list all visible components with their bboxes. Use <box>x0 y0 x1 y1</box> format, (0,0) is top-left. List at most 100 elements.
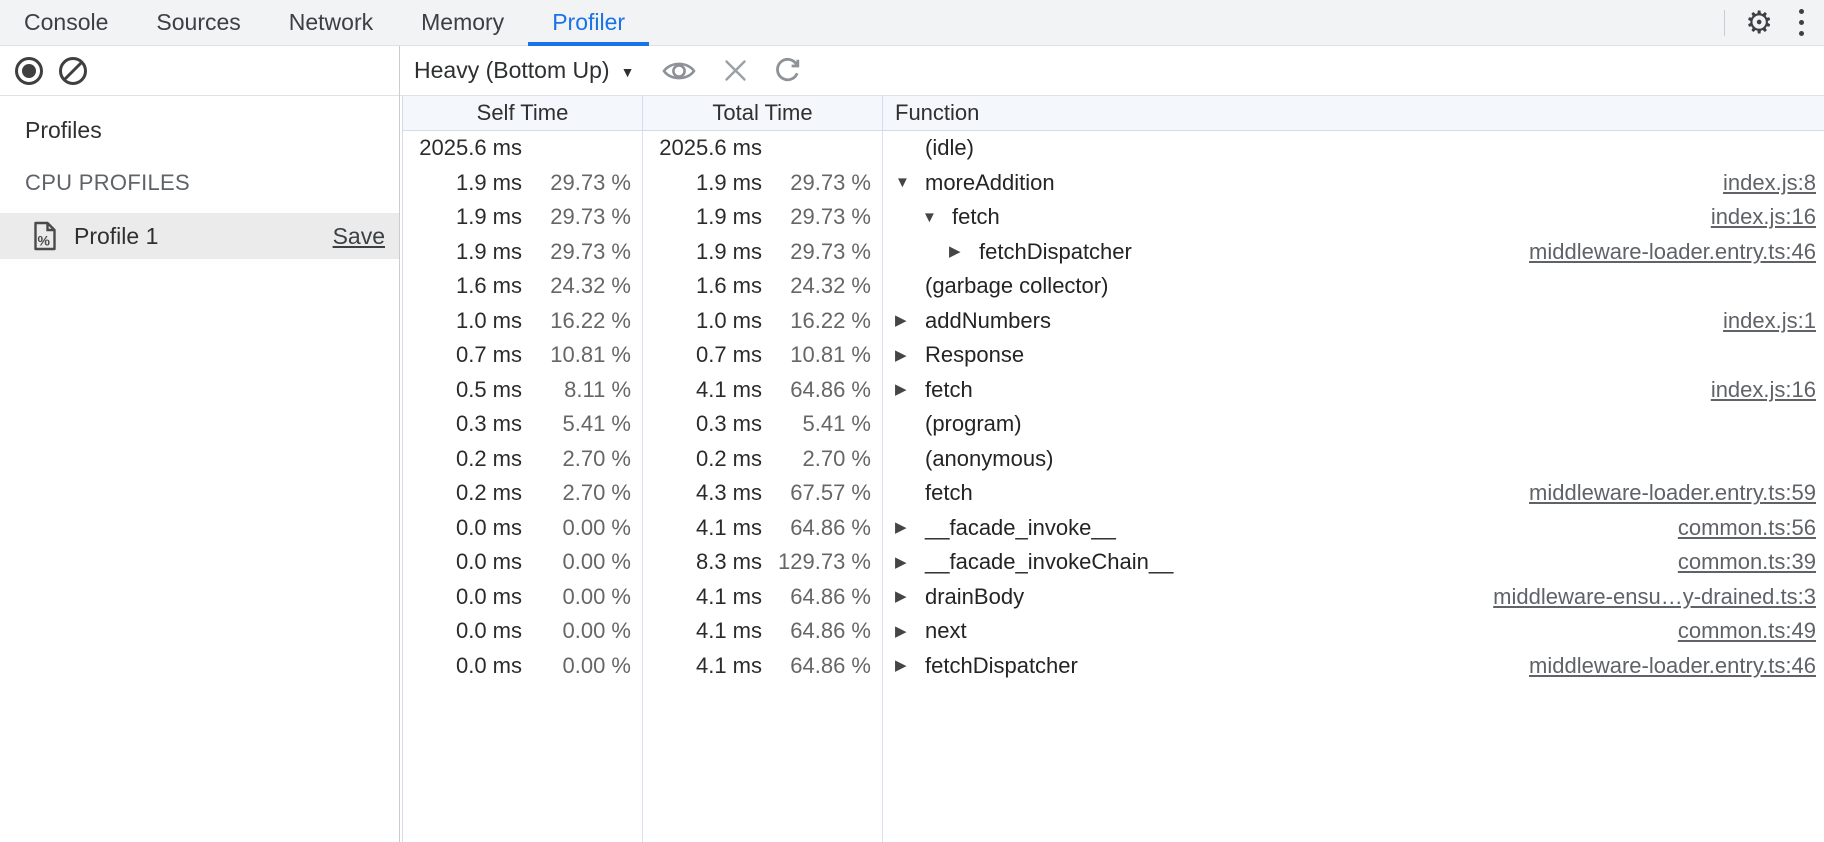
source-location-link[interactable]: index.js:1 <box>1723 308 1816 334</box>
self-time-cell: 0.2 ms 2.70 % <box>403 442 643 477</box>
total-time-percent: 64.86 % <box>762 377 882 403</box>
total-time-percent: 29.73 % <box>762 239 882 265</box>
total-time-ms: 0.2 ms <box>643 446 762 472</box>
clear-profiles-icon[interactable] <box>57 55 89 87</box>
tabbar-right-controls: ⚙ <box>1724 0 1824 45</box>
table-row[interactable]: 1.9 ms 29.73 % 1.9 ms 29.73 % ▼ moreAddi… <box>403 166 1824 201</box>
self-time-cell: 1.9 ms 29.73 % <box>403 200 643 235</box>
source-location-link[interactable]: index.js:8 <box>1723 170 1816 196</box>
self-time-ms: 1.6 ms <box>403 273 522 299</box>
grid-header-row: Self Time Total Time Function <box>403 96 1824 131</box>
self-time-percent: 10.81 % <box>522 342 642 368</box>
devtools-window: ConsoleSourcesNetworkMemoryProfiler ⚙ <box>0 0 1824 842</box>
total-time-cell: 1.0 ms 16.22 % <box>643 304 883 339</box>
tab-sources[interactable]: Sources <box>132 0 264 45</box>
function-name: (program) <box>925 411 1022 437</box>
self-time-percent: 29.73 % <box>522 170 642 196</box>
self-time-ms: 1.9 ms <box>403 170 522 196</box>
total-time-ms: 4.1 ms <box>643 377 762 403</box>
profiles-heading: Profiles <box>0 117 399 144</box>
save-profile-link[interactable]: Save <box>333 223 385 250</box>
function-name: fetchDispatcher <box>979 239 1132 265</box>
tab-console[interactable]: Console <box>0 0 132 45</box>
self-time-ms: 0.3 ms <box>403 411 522 437</box>
function-name: (idle) <box>925 135 974 161</box>
total-time-percent: 16.22 % <box>762 308 882 334</box>
self-time-ms: 0.5 ms <box>403 377 522 403</box>
total-time-cell: 2025.6 ms <box>643 131 883 166</box>
record-profile-icon[interactable] <box>13 55 45 87</box>
total-time-ms: 1.0 ms <box>643 308 762 334</box>
self-time-cell: 1.9 ms 29.73 % <box>403 166 643 201</box>
self-time-ms: 2025.6 ms <box>403 135 522 161</box>
function-name: fetch <box>952 204 1000 230</box>
function-name: (anonymous) <box>925 446 1053 472</box>
column-header-function[interactable]: Function <box>883 96 1824 130</box>
total-time-cell: 0.3 ms 5.41 % <box>643 407 883 442</box>
self-time-percent: 24.32 % <box>522 273 642 299</box>
expand-arrow-icon[interactable]: ▶ <box>895 313 925 328</box>
self-time-ms: 1.9 ms <box>403 204 522 230</box>
self-time-percent: 16.22 % <box>522 308 642 334</box>
tab-network[interactable]: Network <box>265 0 397 45</box>
view-mode-label: Heavy (Bottom Up) <box>414 57 610 84</box>
function-name: Response <box>925 342 1024 368</box>
tab-profiler[interactable]: Profiler <box>528 0 649 45</box>
expand-arrow-icon[interactable]: ▼ <box>895 175 925 190</box>
sidebar-toolbar <box>0 46 399 96</box>
grid-empty-area <box>403 487 1824 842</box>
table-row[interactable]: 0.7 ms 10.81 % 0.7 ms 10.81 % ▶ Response <box>403 338 1824 373</box>
function-cell: ▶ Response <box>883 338 1824 373</box>
table-row[interactable]: 1.9 ms 29.73 % 1.9 ms 29.73 % ▼ fetch in… <box>403 200 1824 235</box>
table-row[interactable]: 1.9 ms 29.73 % 1.9 ms 29.73 % ▶ fetchDis… <box>403 235 1824 270</box>
expand-arrow-icon[interactable]: ▶ <box>895 382 925 397</box>
profile-data-grid: Self Time Total Time Function 2025.6 ms … <box>402 96 1824 842</box>
exclude-function-x-icon[interactable] <box>722 57 749 84</box>
function-name: (garbage collector) <box>925 273 1108 299</box>
panel-tabs: ConsoleSourcesNetworkMemoryProfiler <box>0 0 649 45</box>
profile-name: Profile 1 <box>74 223 158 250</box>
view-mode-dropdown[interactable]: Heavy (Bottom Up) ▼ <box>414 57 634 84</box>
focus-function-eye-icon[interactable] <box>661 58 697 84</box>
profile-view-toolbar: Heavy (Bottom Up) ▼ <box>400 46 1824 96</box>
source-location-link[interactable]: index.js:16 <box>1711 377 1816 403</box>
settings-gear-icon[interactable]: ⚙ <box>1745 7 1773 38</box>
more-options-kebab-icon[interactable] <box>1799 9 1804 36</box>
total-time-cell: 1.9 ms 29.73 % <box>643 166 883 201</box>
function-cell: ▼ moreAddition index.js:8 <box>883 166 1824 201</box>
total-time-ms: 1.9 ms <box>643 170 762 196</box>
self-time-cell: 1.9 ms 29.73 % <box>403 235 643 270</box>
total-time-ms: 0.7 ms <box>643 342 762 368</box>
devtools-tabbar: ConsoleSourcesNetworkMemoryProfiler ⚙ <box>0 0 1824 46</box>
grid-body: 2025.6 ms 2025.6 ms (idle) 1.9 ms 29.73 … <box>403 131 1824 487</box>
self-time-cell: 0.5 ms 8.11 % <box>403 373 643 408</box>
expand-arrow-icon[interactable]: ▼ <box>922 210 952 225</box>
table-row[interactable]: 0.3 ms 5.41 % 0.3 ms 5.41 % (program) <box>403 407 1824 442</box>
table-row[interactable]: 1.6 ms 24.32 % 1.6 ms 24.32 % (garbage c… <box>403 269 1824 304</box>
sidebar-item-profile-1[interactable]: % Profile 1 Save <box>0 213 399 259</box>
cpu-profiles-section-heading: CPU PROFILES <box>0 170 399 196</box>
table-row[interactable]: 1.0 ms 16.22 % 1.0 ms 16.22 % ▶ addNumbe… <box>403 304 1824 339</box>
expand-arrow-icon[interactable]: ▶ <box>949 244 979 259</box>
table-row[interactable]: 0.2 ms 2.70 % 0.2 ms 2.70 % (anonymous) <box>403 442 1824 477</box>
table-row[interactable]: 2025.6 ms 2025.6 ms (idle) <box>403 131 1824 166</box>
total-time-percent: 2.70 % <box>762 446 882 472</box>
expand-arrow-icon[interactable]: ▶ <box>895 348 925 363</box>
self-time-cell: 1.0 ms 16.22 % <box>403 304 643 339</box>
source-location-link[interactable]: middleware-loader.entry.ts:46 <box>1529 239 1816 265</box>
total-time-cell: 0.2 ms 2.70 % <box>643 442 883 477</box>
table-row[interactable]: 0.5 ms 8.11 % 4.1 ms 64.86 % ▶ fetch ind… <box>403 373 1824 408</box>
column-header-total-time[interactable]: Total Time <box>643 96 883 130</box>
self-time-percent: 8.11 % <box>522 377 642 403</box>
function-cell: ▶ fetch index.js:16 <box>883 373 1824 408</box>
tab-memory[interactable]: Memory <box>397 0 528 45</box>
dropdown-caret-icon: ▼ <box>621 62 635 80</box>
total-time-percent: 29.73 % <box>762 204 882 230</box>
source-location-link[interactable]: index.js:16 <box>1711 204 1816 230</box>
function-name: moreAddition <box>925 170 1055 196</box>
function-name: fetch <box>925 377 973 403</box>
column-header-self-time[interactable]: Self Time <box>403 96 643 130</box>
restore-functions-refresh-icon[interactable] <box>772 55 803 86</box>
function-name: addNumbers <box>925 308 1051 334</box>
profiler-sidebar: Profiles CPU PROFILES % Profile 1 Save <box>0 46 400 842</box>
